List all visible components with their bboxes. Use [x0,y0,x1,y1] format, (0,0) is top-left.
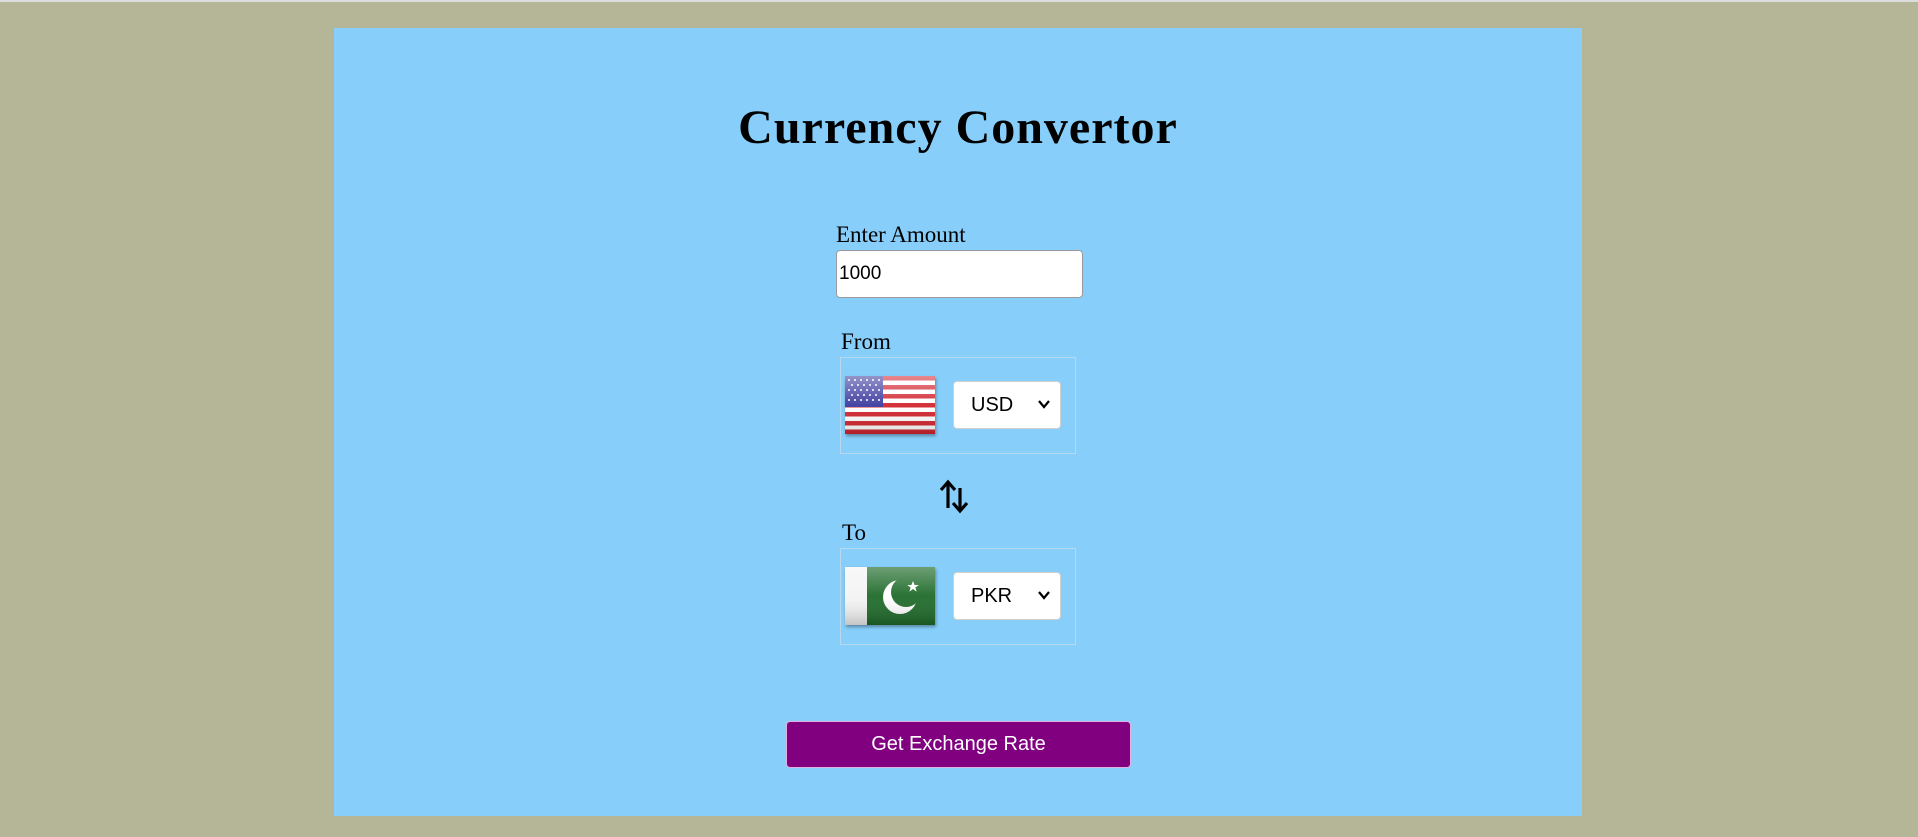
to-currency-value: PKR [971,585,1013,607]
pk-flag-icon [845,567,935,625]
to-currency-group: PKR [840,548,1076,645]
from-label: From [841,329,891,354]
chevron-down-icon [1038,400,1050,409]
page-title: Currency Convertor [738,101,1178,154]
get-exchange-rate-button[interactable]: Get Exchange Rate [786,721,1131,768]
from-currency-select[interactable]: USD [953,381,1061,429]
from-currency-value: USD [971,394,1014,416]
from-currency-group: USD [840,357,1076,454]
swap-arrows-icon[interactable] [939,478,971,514]
amount-label: Enter Amount [836,222,966,247]
to-currency-select[interactable]: PKR [953,572,1061,620]
us-flag-icon [845,376,935,434]
amount-input[interactable] [836,250,1083,298]
chevron-down-icon [1038,591,1050,600]
converter-card: Currency Convertor Enter Amount From [334,28,1582,816]
to-label: To [842,520,866,545]
